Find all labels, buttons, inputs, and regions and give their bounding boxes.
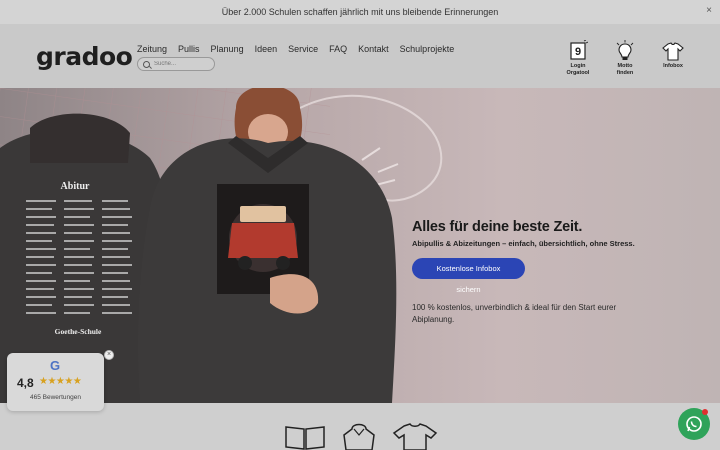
search-input[interactable] [154,61,214,67]
hoodie-title: Abitur [61,181,90,192]
finden-label: finden [616,70,634,76]
nav-item-zeitung[interactable]: Zeitung [137,44,167,54]
search-icon [143,60,150,68]
tshirt-icon [662,42,684,61]
hoodie-icon [343,423,375,450]
nav-item-planung[interactable]: Planung [211,44,244,54]
orgatool-label: Orgatool [566,70,590,76]
login-label: Login [570,63,586,69]
hero-note: 100 % kostenlos, unverbindlich & ideal f… [412,303,617,324]
lightbulb-icon [616,40,634,60]
tshirt-icon [392,423,438,450]
book-icon [285,426,325,450]
google-icon: G [50,358,61,373]
announcement-bar: Über 2.000 Schulen schaffen jährlich mit… [0,0,720,24]
whatsapp-chat-button[interactable] [678,408,710,440]
hoodie-school: Goethe-Schule [55,327,102,336]
star-rating-icon: ★★★★★ [39,376,82,387]
logo[interactable]: gradoo [36,42,133,71]
main-nav: Zeitung Pullis Planung Ideen Service FAQ… [137,44,465,54]
nav-item-faq[interactable]: FAQ [329,44,347,54]
site-header: gradoo Zeitung Pullis Planung Ideen Serv… [0,24,720,88]
review-score: 4,8 [17,376,34,390]
notification-dot [702,409,708,415]
hero-title: Alles für deine beste Zeit. [412,219,583,235]
nav-item-pullis[interactable]: Pullis [178,44,200,54]
infobox-cta-button[interactable]: Kostenlose Infobox sichern [412,258,525,294]
search-box[interactable] [137,57,215,71]
hero-content: Alles für deine beste Zeit. Abipullis & … [412,219,672,326]
nav-item-kontakt[interactable]: Kontakt [358,44,389,54]
google-review-badge[interactable]: G 4,8 ★★★★★ 465 Bewertungen × [7,350,114,411]
svg-text:9: 9 [575,46,581,58]
infobox-label: Infobox [663,63,683,69]
close-icon[interactable]: × [706,5,712,17]
announcement-text: Über 2.000 Schulen schaffen jährlich mit… [221,7,499,17]
login-icon: 9 [570,40,588,60]
motto-finden-button[interactable]: Motto finden [605,40,645,76]
nav-item-ideen[interactable]: Ideen [255,44,278,54]
infobox-button[interactable]: Infobox [653,40,693,69]
review-count: 465 Bewertungen [30,394,81,401]
whatsapp-icon [686,416,702,432]
features-section [0,403,720,450]
nav-item-schulprojekte[interactable]: Schulprojekte [400,44,455,54]
nav-item-service[interactable]: Service [288,44,318,54]
motto-label: Motto [617,63,633,69]
hero-subtitle: Abipullis & Abizeitungen – einfach, über… [412,239,635,248]
close-icon[interactable]: × [104,350,114,360]
login-orgatool-button[interactable]: 9 Login Orgatool [558,40,598,76]
